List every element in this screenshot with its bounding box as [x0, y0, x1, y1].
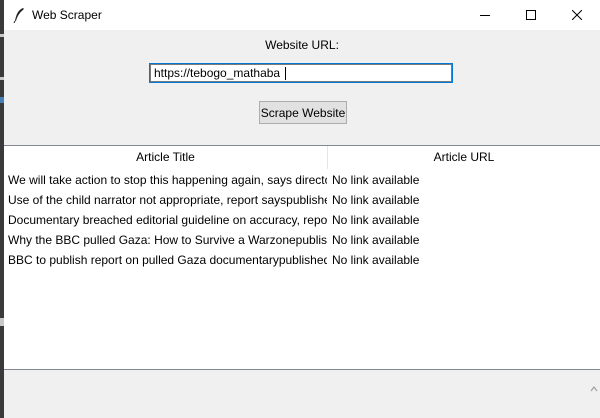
article-title-cell: Documentary breached editorial guideline… [8, 213, 327, 227]
table-row[interactable]: We will take action to stop this happeni… [4, 170, 600, 190]
close-button[interactable] [554, 0, 600, 30]
maximize-icon [526, 10, 536, 20]
column-header-title[interactable]: Article Title [4, 146, 327, 169]
article-url-cell: No link available [332, 193, 420, 207]
table-row[interactable]: BBC to publish report on pulled Gaza doc… [4, 250, 600, 270]
article-url-cell: No link available [332, 233, 420, 247]
column-header-url[interactable]: Article URL [328, 146, 600, 169]
app-window: Web Scraper Website URL: Scrape Website … [4, 0, 600, 418]
article-title-cell: Use of the child narrator not appropriat… [8, 193, 327, 207]
scroll-up-arrow-icon[interactable] [590, 385, 598, 393]
scrape-website-button[interactable]: Scrape Website [259, 101, 347, 124]
article-url-cell: No link available [332, 213, 420, 227]
articles-table[interactable]: Article Title Article URL We will take a… [4, 145, 600, 370]
article-title-cell: BBC to publish report on pulled Gaza doc… [8, 253, 327, 267]
article-title-cell: We will take action to stop this happeni… [8, 173, 327, 187]
minimize-button[interactable] [462, 0, 508, 30]
article-title-cell: Why the BBC pulled Gaza: How to Survive … [8, 233, 327, 247]
text-caret [285, 67, 286, 80]
bottom-panel [4, 370, 600, 418]
table-row[interactable]: Why the BBC pulled Gaza: How to Survive … [4, 230, 600, 250]
table-row[interactable]: Use of the child narrator not appropriat… [4, 190, 600, 210]
website-url-label: Website URL: [265, 38, 339, 52]
article-url-cell: No link available [332, 173, 420, 187]
website-url-input[interactable] [149, 63, 453, 83]
table-row[interactable]: Documentary breached editorial guideline… [4, 210, 600, 230]
window-title: Web Scraper [32, 8, 102, 22]
article-url-cell: No link available [332, 253, 420, 267]
title-bar[interactable]: Web Scraper [4, 0, 600, 30]
minimize-icon [480, 15, 490, 16]
close-icon [572, 10, 582, 20]
feather-icon [13, 8, 24, 23]
maximize-button[interactable] [508, 0, 554, 30]
